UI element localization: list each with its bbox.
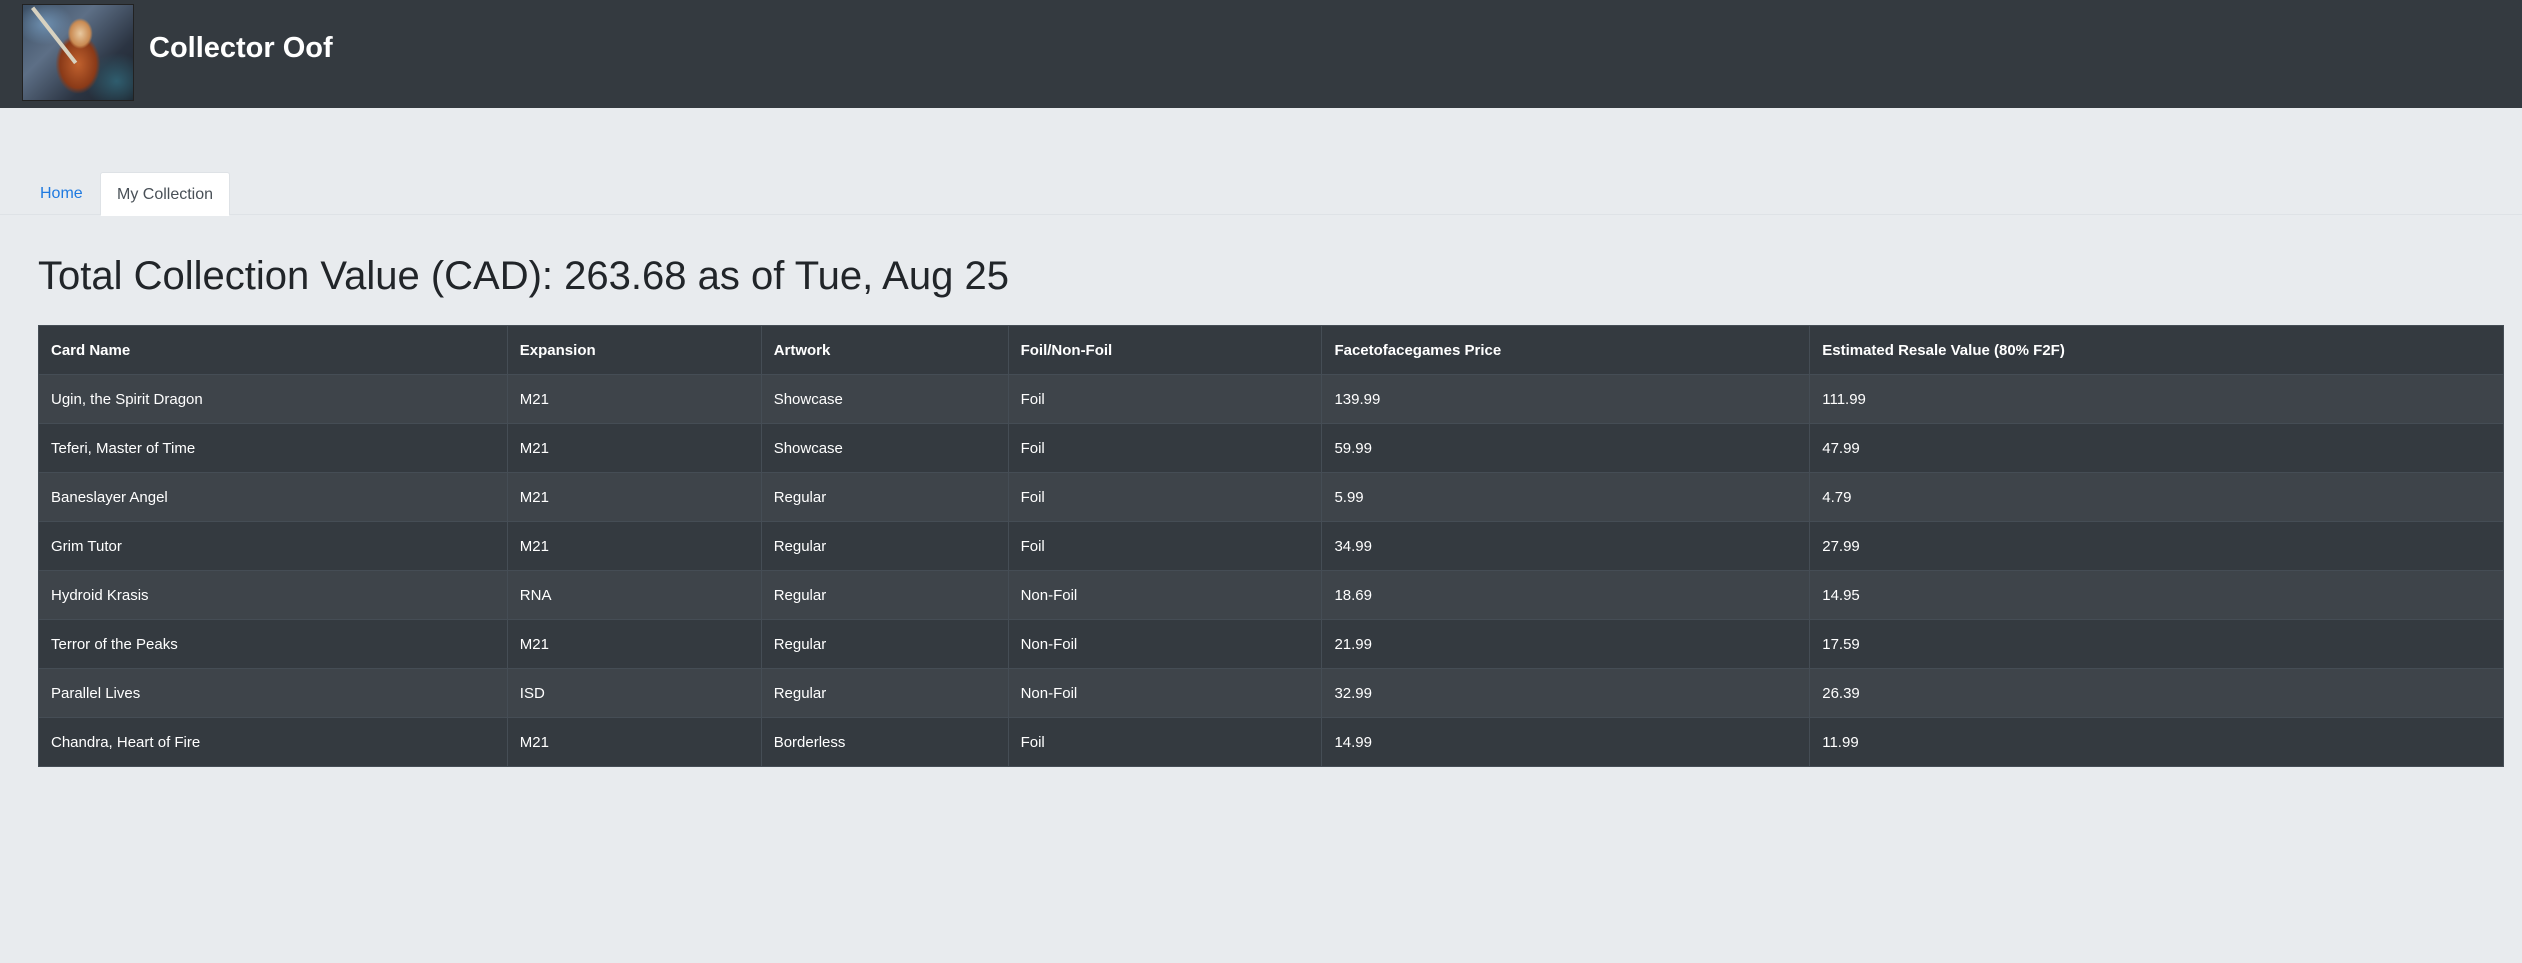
cell-resale-value: 17.59 [1809, 619, 2504, 669]
collection-table-wrapper: Card Name Expansion Artwork Foil/Non-Foi… [38, 325, 2504, 767]
cell-f2f-price: 34.99 [1321, 521, 1811, 571]
table-body: Ugin, the Spirit Dragon M21 Showcase Foi… [38, 374, 2504, 767]
cell-artwork: Regular [760, 570, 1009, 620]
cell-foil: Foil [1007, 374, 1323, 424]
table-row: Hydroid Krasis RNA Regular Non-Foil 18.6… [38, 570, 2504, 620]
cell-resale-value: 27.99 [1809, 521, 2504, 571]
cell-expansion: M21 [506, 521, 762, 571]
cell-expansion: M21 [506, 423, 762, 473]
column-header-f2f-price: Facetofacegames Price [1321, 325, 1811, 375]
cell-card-name: Hydroid Krasis [38, 570, 508, 620]
card-art-logo-icon[interactable] [22, 4, 134, 101]
tab-my-collection[interactable]: My Collection [100, 172, 231, 216]
table-row: Grim Tutor M21 Regular Foil 34.99 27.99 [38, 521, 2504, 571]
cell-card-name: Parallel Lives [38, 668, 508, 718]
cell-artwork: Showcase [760, 423, 1009, 473]
cell-artwork: Borderless [760, 717, 1009, 767]
table-row: Chandra, Heart of Fire M21 Borderless Fo… [38, 717, 2504, 767]
top-navbar: Collector Oof [0, 0, 2522, 108]
cell-expansion: M21 [506, 619, 762, 669]
cell-f2f-price: 5.99 [1321, 472, 1811, 522]
table-row: Ugin, the Spirit Dragon M21 Showcase Foi… [38, 374, 2504, 424]
cell-f2f-price: 139.99 [1321, 374, 1811, 424]
cell-artwork: Regular [760, 472, 1009, 522]
table-header-row: Card Name Expansion Artwork Foil/Non-Foi… [38, 325, 2504, 375]
cell-card-name: Ugin, the Spirit Dragon [38, 374, 508, 424]
table-row: Parallel Lives ISD Regular Non-Foil 32.9… [38, 668, 2504, 718]
cell-card-name: Baneslayer Angel [38, 472, 508, 522]
cell-artwork: Regular [760, 668, 1009, 718]
cell-foil: Non-Foil [1007, 668, 1323, 718]
cell-artwork: Showcase [760, 374, 1009, 424]
table-row: Teferi, Master of Time M21 Showcase Foil… [38, 423, 2504, 473]
cell-f2f-price: 21.99 [1321, 619, 1811, 669]
cell-expansion: M21 [506, 472, 762, 522]
cell-expansion: RNA [506, 570, 762, 620]
cell-card-name: Terror of the Peaks [38, 619, 508, 669]
cell-resale-value: 4.79 [1809, 472, 2504, 522]
cell-artwork: Regular [760, 619, 1009, 669]
brand-title[interactable]: Collector Oof [149, 32, 333, 65]
cell-foil: Foil [1007, 472, 1323, 522]
cell-card-name: Chandra, Heart of Fire [38, 717, 508, 767]
page-title: Total Collection Value (CAD): 263.68 as … [38, 254, 1009, 298]
cell-foil: Foil [1007, 423, 1323, 473]
tab-home[interactable]: Home [24, 172, 99, 215]
cell-expansion: M21 [506, 374, 762, 424]
column-header-artwork: Artwork [760, 325, 1009, 375]
cell-expansion: ISD [506, 668, 762, 718]
table-row: Baneslayer Angel M21 Regular Foil 5.99 4… [38, 472, 2504, 522]
cell-f2f-price: 32.99 [1321, 668, 1811, 718]
cell-resale-value: 26.39 [1809, 668, 2504, 718]
cell-foil: Foil [1007, 521, 1323, 571]
cell-foil: Foil [1007, 717, 1323, 767]
column-header-resale-value: Estimated Resale Value (80% F2F) [1809, 325, 2504, 375]
column-header-expansion: Expansion [506, 325, 762, 375]
cell-resale-value: 14.95 [1809, 570, 2504, 620]
cell-resale-value: 111.99 [1809, 374, 2504, 424]
cell-artwork: Regular [760, 521, 1009, 571]
cell-foil: Non-Foil [1007, 570, 1323, 620]
cell-f2f-price: 14.99 [1321, 717, 1811, 767]
column-header-card-name: Card Name [38, 325, 508, 375]
collection-table: Card Name Expansion Artwork Foil/Non-Foi… [38, 325, 2504, 767]
cell-resale-value: 47.99 [1809, 423, 2504, 473]
cell-foil: Non-Foil [1007, 619, 1323, 669]
table-row: Terror of the Peaks M21 Regular Non-Foil… [38, 619, 2504, 669]
column-header-foil: Foil/Non-Foil [1007, 325, 1323, 375]
cell-card-name: Grim Tutor [38, 521, 508, 571]
nav-tabs: Home My Collection [0, 172, 2522, 216]
cell-f2f-price: 59.99 [1321, 423, 1811, 473]
cell-resale-value: 11.99 [1809, 717, 2504, 767]
cell-card-name: Teferi, Master of Time [38, 423, 508, 473]
cell-f2f-price: 18.69 [1321, 570, 1811, 620]
cell-expansion: M21 [506, 717, 762, 767]
